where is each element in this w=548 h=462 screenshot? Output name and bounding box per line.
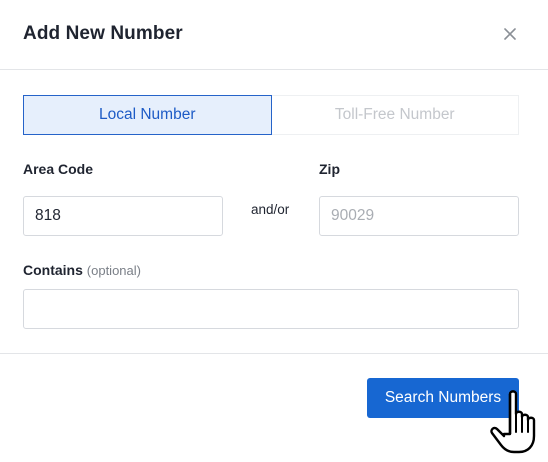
footer-divider: [0, 353, 548, 354]
tab-local-number[interactable]: Local Number: [23, 95, 272, 135]
contains-label: Contains (optional): [23, 262, 141, 278]
number-type-tabs: Local Number Toll-Free Number: [23, 95, 519, 135]
zip-label: Zip: [319, 161, 340, 177]
contains-input[interactable]: [23, 289, 519, 329]
close-icon[interactable]: [500, 24, 520, 44]
tab-toll-free-number[interactable]: Toll-Free Number: [271, 95, 519, 135]
dialog-header: Add New Number: [0, 0, 548, 70]
area-code-input[interactable]: [23, 196, 223, 236]
dialog-title: Add New Number: [23, 23, 183, 44]
zip-input[interactable]: [319, 196, 519, 236]
add-number-dialog: Add New Number Local Number Toll-Free Nu…: [0, 0, 548, 462]
contains-label-text: Contains: [23, 262, 83, 278]
search-numbers-button[interactable]: Search Numbers: [367, 378, 519, 418]
optional-hint: (optional): [86, 263, 141, 278]
area-code-label: Area Code: [23, 161, 94, 177]
and-or-separator: and/or: [251, 202, 290, 217]
